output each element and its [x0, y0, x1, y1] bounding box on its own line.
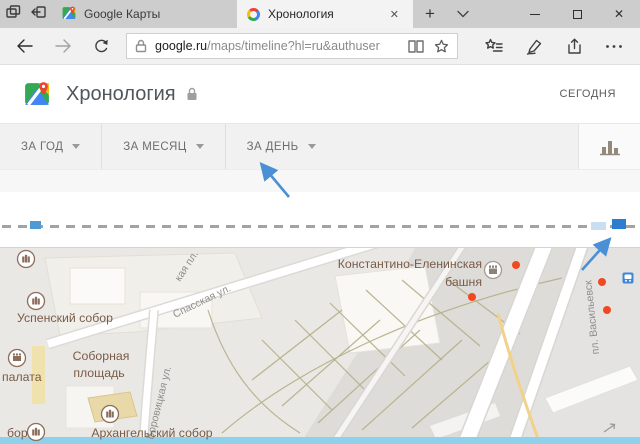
tab-google-maps[interactable]: Google Карты	[52, 0, 237, 28]
poi-label-arkhangelsky: Архангельский собор	[91, 426, 212, 440]
url-path: /maps/timeline?hl=ru&authuser	[207, 39, 380, 53]
visit-dot[interactable]	[598, 278, 606, 286]
poi-label-konstantino2: башня	[445, 275, 482, 289]
hub-favorites-button[interactable]	[474, 31, 514, 61]
google-maps-logo	[24, 81, 50, 107]
close-button[interactable]: ✕	[598, 0, 640, 28]
visit-dot[interactable]	[512, 261, 520, 269]
filter-by-day-button[interactable]: ЗА ДЕНЬ	[226, 124, 337, 169]
lock-icon	[135, 39, 147, 53]
visit-dot[interactable]	[468, 293, 476, 301]
tab-title: Google Карты	[84, 7, 160, 21]
tab-close-icon[interactable]: ✕	[386, 6, 403, 23]
tab-preview-chevron-icon[interactable]	[447, 0, 479, 28]
visit-dot[interactable]	[603, 306, 611, 314]
poi-icon-cathedral[interactable]	[28, 424, 45, 441]
more-options-button[interactable]	[594, 31, 634, 61]
poi-label-bor: бор	[7, 426, 28, 440]
bar-chart-icon	[599, 138, 621, 156]
share-button[interactable]	[554, 31, 594, 61]
poi-icon-palata[interactable]	[9, 350, 26, 367]
tab-preview-button[interactable]	[0, 0, 26, 28]
browser-window: Google Карты Хронология ✕ + ✕	[0, 0, 640, 444]
filter-by-month-button[interactable]: ЗА МЕСЯЦ	[102, 124, 225, 169]
maximize-button[interactable]	[556, 0, 598, 28]
poi-label-konstantino: Константино-Еленинская	[338, 257, 482, 271]
today-label[interactable]: СЕГОДНЯ	[560, 88, 616, 100]
new-tab-button[interactable]: +	[413, 0, 447, 28]
timeline-day-marker-selected[interactable]	[612, 219, 626, 229]
poi-label-palata: палата	[2, 370, 42, 384]
chevron-down-icon	[72, 144, 80, 149]
poi-label: Соборная	[73, 349, 130, 363]
minimize-icon	[530, 14, 540, 15]
window-controls: ✕	[514, 0, 640, 28]
back-button[interactable]	[6, 31, 44, 61]
poi-icon-arkhangelsky-cathedral[interactable]	[102, 406, 119, 423]
refresh-button[interactable]	[82, 31, 120, 61]
favorite-star-icon[interactable]	[434, 39, 449, 54]
poi-icon-tower[interactable]	[485, 262, 502, 279]
private-lock-icon	[186, 87, 198, 101]
chevron-down-icon	[308, 144, 316, 149]
timeline-day-marker-hover[interactable]	[591, 222, 606, 230]
filter-label: ЗА ГОД	[21, 141, 63, 153]
maximize-icon	[573, 10, 582, 19]
set-tabs-aside-icon	[31, 4, 47, 25]
timeline-page-header: Хронология СЕГОДНЯ	[0, 65, 640, 123]
google-maps-favicon	[62, 6, 76, 23]
tab-timeline[interactable]: Хронология ✕	[237, 0, 413, 28]
timeline-day-strip	[0, 170, 640, 247]
set-tabs-aside-button[interactable]	[26, 0, 52, 28]
filter-label: ЗА МЕСЯЦ	[123, 141, 186, 153]
tab-preview-icon	[5, 4, 21, 25]
minimize-button[interactable]	[514, 0, 556, 28]
chart-view-button[interactable]	[578, 124, 640, 169]
poi-icon-church[interactable]	[18, 251, 35, 268]
url-domain: google.ru	[155, 39, 207, 53]
bus-stop-icon[interactable]	[623, 273, 634, 284]
chevron-down-icon	[196, 144, 204, 149]
forward-button[interactable]	[44, 31, 82, 61]
map-canvas[interactable]: Спасская ул. кая пл. Боровицкая ул. пл. …	[0, 247, 640, 444]
tab-title: Хронология	[268, 7, 334, 21]
poi-label: площадь	[73, 366, 124, 380]
timeline-dashes[interactable]	[0, 225, 640, 228]
poi-label-uspensky: Успенский собор	[17, 311, 113, 325]
timeline-day-marker[interactable]	[30, 221, 41, 229]
browser-tab-bar: Google Карты Хронология ✕ + ✕	[0, 0, 640, 28]
timeline-filter-bar: ЗА ГОД ЗА МЕСЯЦ ЗА ДЕНЬ	[0, 123, 640, 170]
web-note-pen-button[interactable]	[514, 31, 554, 61]
filter-label: ЗА ДЕНЬ	[247, 141, 299, 153]
poi-icon-uspensky-cathedral[interactable]	[28, 293, 45, 310]
filter-bar-shadow	[0, 170, 640, 192]
browser-address-bar: google.ru/maps/timeline?hl=ru&authuser	[0, 28, 640, 65]
url-field[interactable]: google.ru/maps/timeline?hl=ru&authuser	[126, 33, 458, 59]
filter-by-year-button[interactable]: ЗА ГОД	[0, 124, 102, 169]
google-favicon	[247, 8, 260, 21]
reading-view-icon[interactable]	[408, 40, 424, 53]
browser-toolbar-icons	[474, 31, 634, 61]
page-title: Хронология	[66, 83, 176, 106]
